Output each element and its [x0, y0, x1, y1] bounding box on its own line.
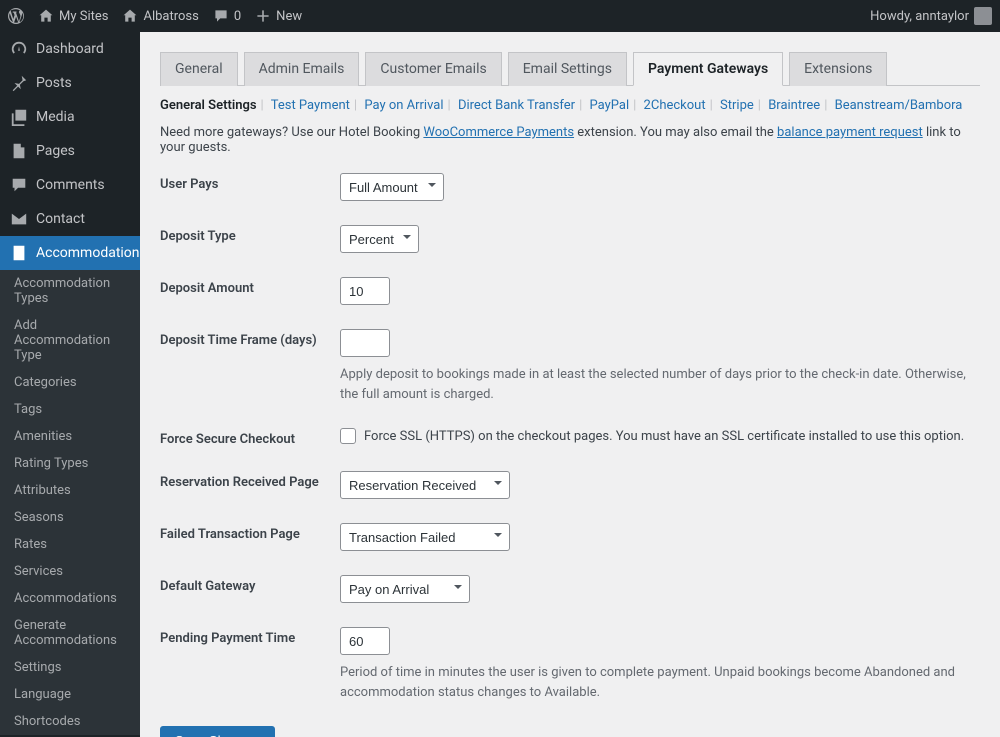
admin-bar: My Sites Albatross 0 New Howdy, anntaylo… — [0, 0, 1000, 32]
wp-logo[interactable] — [8, 8, 24, 24]
nav-tabs: General Admin Emails Customer Emails Ema… — [160, 52, 980, 86]
envelope-icon — [10, 210, 28, 228]
subnav-pay-on-arrival[interactable]: Pay on Arrival — [364, 98, 443, 113]
tab-extensions[interactable]: Extensions — [789, 52, 887, 86]
sub-item[interactable]: Seasons — [0, 504, 140, 531]
tab-customer-emails[interactable]: Customer Emails — [365, 52, 501, 86]
deposit-amount-label: Deposit Amount — [160, 277, 340, 296]
sub-item[interactable]: Shortcodes — [0, 708, 140, 735]
pending-time-help: Period of time in minutes the user is gi… — [340, 663, 980, 702]
sub-item[interactable]: Accommodations — [0, 585, 140, 612]
tab-payment-gateways[interactable]: Payment Gateways — [633, 52, 783, 86]
tab-email-settings[interactable]: Email Settings — [508, 52, 627, 86]
sidebar-submenu: Accommodation Types Add Accommodation Ty… — [0, 270, 140, 735]
sidebar-posts[interactable]: Posts — [0, 66, 140, 100]
subnav-2checkout[interactable]: 2Checkout — [644, 98, 706, 113]
sub-item[interactable]: Amenities — [0, 423, 140, 450]
new-link[interactable]: New — [255, 8, 302, 24]
user-pays-select[interactable]: Full Amount — [340, 173, 444, 201]
comment-icon — [10, 176, 28, 194]
subnav-general-settings[interactable]: General Settings — [160, 98, 257, 113]
deposit-type-select[interactable]: Percent — [340, 225, 419, 253]
subnav-test-payment[interactable]: Test Payment — [271, 98, 350, 113]
content-area: General Admin Emails Customer Emails Ema… — [140, 32, 1000, 737]
subnav: General Settings| Test Payment| Pay on A… — [160, 86, 980, 125]
sub-item[interactable]: Language — [0, 681, 140, 708]
sub-item[interactable]: Attributes — [0, 477, 140, 504]
subnav-stripe[interactable]: Stripe — [720, 98, 754, 113]
avatar — [974, 7, 992, 25]
subnav-braintree[interactable]: Braintree — [768, 98, 820, 113]
balance-payment-link[interactable]: balance payment request — [777, 125, 923, 140]
plus-icon — [255, 8, 271, 24]
sidebar-media[interactable]: Media — [0, 100, 140, 134]
subnav-paypal[interactable]: PayPal — [590, 98, 630, 113]
sub-item[interactable]: Categories — [0, 369, 140, 396]
tab-admin-emails[interactable]: Admin Emails — [244, 52, 360, 86]
my-sites-link[interactable]: My Sites — [38, 8, 108, 24]
pending-time-input[interactable] — [340, 627, 390, 655]
deposit-timeframe-label: Deposit Time Frame (days) — [160, 329, 340, 348]
dashboard-icon — [10, 40, 28, 58]
deposit-type-label: Deposit Type — [160, 225, 340, 244]
sub-item[interactable]: Generate Accommodations — [0, 612, 140, 654]
save-button[interactable]: Save Changes — [160, 726, 275, 737]
subnav-direct-bank[interactable]: Direct Bank Transfer — [458, 98, 575, 113]
sub-item[interactable]: Rates — [0, 531, 140, 558]
howdy-link[interactable]: Howdy, anntaylor — [870, 7, 992, 25]
reservation-page-label: Reservation Received Page — [160, 471, 340, 490]
deposit-timeframe-help: Apply deposit to bookings made in at lea… — [340, 365, 980, 404]
notice: Need more gateways? Use our Hotel Bookin… — [160, 125, 980, 173]
deposit-amount-input[interactable] — [340, 277, 390, 305]
home-icon — [38, 8, 54, 24]
sub-item[interactable]: Accommodation Types — [0, 270, 140, 312]
sub-item[interactable]: Tags — [0, 396, 140, 423]
sub-item[interactable]: Rating Types — [0, 450, 140, 477]
force-secure-label: Force Secure Checkout — [160, 428, 340, 447]
sub-item[interactable]: Add Accommodation Type — [0, 312, 140, 369]
sub-item[interactable]: Settings — [0, 654, 140, 681]
admin-sidebar: Dashboard Posts Media Pages Comments Con… — [0, 32, 140, 737]
sidebar-comments[interactable]: Comments — [0, 168, 140, 202]
comment-icon — [213, 8, 229, 24]
building-icon — [10, 244, 28, 262]
pin-icon — [10, 74, 28, 92]
site-link[interactable]: Albatross — [122, 8, 198, 24]
subnav-beanstream[interactable]: Beanstream/Bambora — [835, 98, 963, 113]
sidebar-dashboard[interactable]: Dashboard — [0, 32, 140, 66]
sidebar-pages[interactable]: Pages — [0, 134, 140, 168]
pending-time-label: Pending Payment Time — [160, 627, 340, 646]
wordpress-icon — [8, 8, 24, 24]
user-pays-label: User Pays — [160, 173, 340, 192]
force-secure-text: Force SSL (HTTPS) on the checkout pages.… — [364, 429, 964, 444]
woocommerce-link[interactable]: WooCommerce Payments — [423, 125, 574, 140]
force-secure-checkbox[interactable] — [340, 428, 356, 444]
failed-page-label: Failed Transaction Page — [160, 523, 340, 542]
home-icon — [122, 8, 138, 24]
reservation-page-select[interactable]: Reservation Received — [340, 471, 510, 499]
sidebar-contact[interactable]: Contact — [0, 202, 140, 236]
sidebar-accommodation[interactable]: Accommodation — [0, 236, 140, 270]
tab-general[interactable]: General — [160, 52, 238, 86]
default-gateway-select[interactable]: Pay on Arrival — [340, 575, 470, 603]
comments-link[interactable]: 0 — [213, 8, 241, 24]
failed-page-select[interactable]: Transaction Failed — [340, 523, 510, 551]
sub-item[interactable]: Services — [0, 558, 140, 585]
default-gateway-label: Default Gateway — [160, 575, 340, 594]
deposit-timeframe-input[interactable] — [340, 329, 390, 357]
page-icon — [10, 142, 28, 160]
media-icon — [10, 108, 28, 126]
